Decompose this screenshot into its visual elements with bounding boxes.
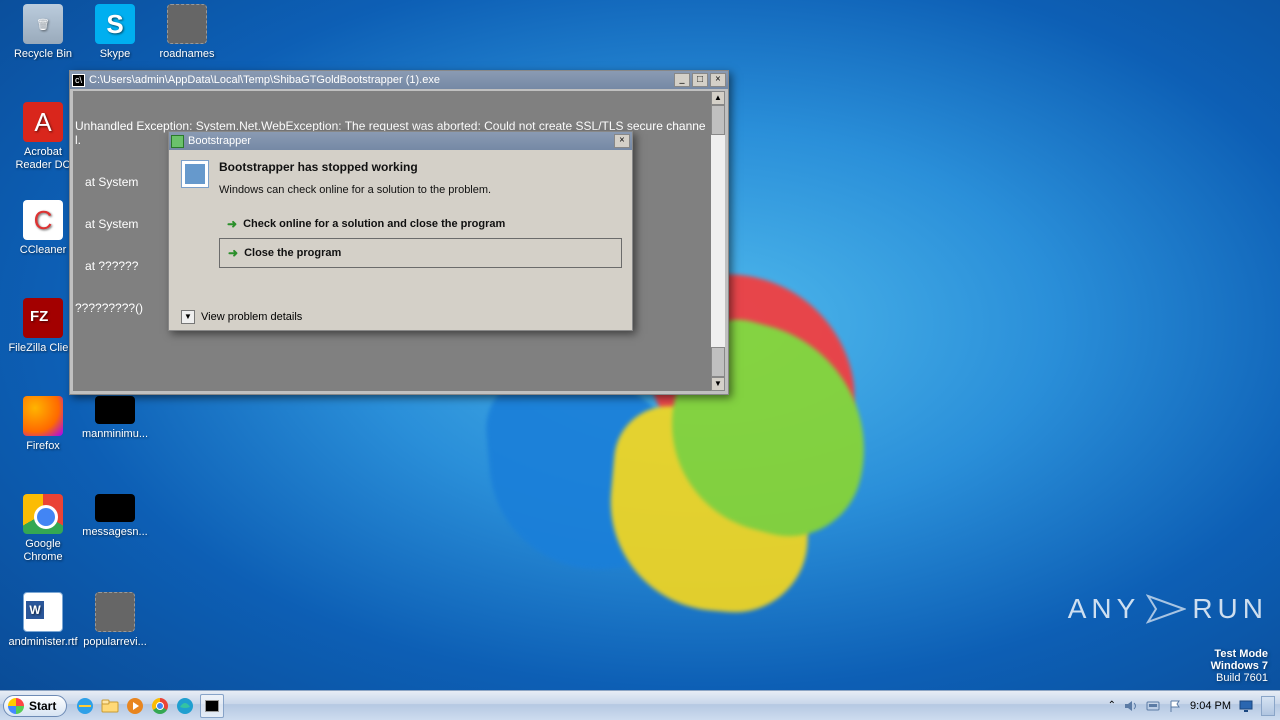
filezilla-icon (23, 298, 63, 338)
option-label: Check online for a solution and close th… (243, 218, 505, 230)
tray-chevron-icon[interactable]: ⌃ (1108, 700, 1116, 711)
close-button[interactable]: × (710, 73, 726, 87)
taskbar-clock[interactable]: 9:04 PM (1190, 700, 1231, 712)
scroll-down-button[interactable]: ▼ (711, 377, 725, 391)
console-icon: c\ (72, 74, 85, 87)
icon-roadnames[interactable]: roadnames (150, 4, 224, 61)
minimize-button[interactable]: _ (674, 73, 690, 87)
error-dialog[interactable]: Bootstrapper × Bootstrapper has stopped … (168, 131, 633, 331)
ccleaner-icon: C (23, 200, 63, 240)
icon-popularrevi[interactable]: popularrevi... (78, 592, 152, 649)
taskbar-running-console[interactable] (200, 694, 224, 718)
dialog-body-text: Windows can check online for a solution … (219, 184, 622, 196)
view-problem-details[interactable]: ▼ View problem details (181, 310, 302, 324)
windows-orb-icon (8, 698, 24, 714)
details-label: View problem details (201, 311, 302, 323)
scroll-thumb[interactable] (711, 105, 725, 135)
icon-skype[interactable]: S Skype (78, 4, 152, 61)
taskbar-ie[interactable] (75, 696, 95, 716)
console-title: C:\Users\admin\AppData\Local\Temp\ShibaG… (89, 74, 674, 86)
icon-andminister[interactable]: andminister.rtf (6, 592, 80, 649)
chrome-icon (152, 698, 168, 714)
icon-label: Firefox (6, 440, 80, 453)
start-button[interactable]: Start (3, 695, 67, 717)
icon-label: Skype (78, 48, 152, 61)
icon-firefox[interactable]: Firefox (6, 396, 80, 453)
arrow-icon: ➜ (228, 246, 238, 260)
volume-icon[interactable] (1124, 699, 1138, 713)
blank-file-icon (167, 4, 207, 44)
maximize-button[interactable]: □ (692, 73, 708, 87)
icon-label: popularrevi... (78, 636, 152, 649)
taskbar: Start ⌃ 9:04 PM (0, 690, 1280, 720)
scroll-thumb[interactable] (711, 347, 725, 377)
arrow-icon: ➜ (227, 217, 237, 231)
network-icon[interactable] (1146, 699, 1160, 713)
console-scrollbar[interactable]: ▲ ▼ (711, 91, 725, 391)
icon-label: roadnames (150, 48, 224, 61)
acrobat-icon: A (23, 102, 63, 142)
icon-label: andminister.rtf (6, 636, 80, 649)
taskbar-edge[interactable] (175, 696, 195, 716)
system-tray: ⌃ 9:04 PM (1108, 696, 1280, 716)
dialog-titlebar[interactable]: Bootstrapper × (169, 132, 632, 150)
console-icon (205, 700, 219, 712)
dialog-heading: Bootstrapper has stopped working (219, 160, 622, 174)
icon-chrome[interactable]: Google Chrome (6, 494, 80, 564)
stopped-working-icon (181, 160, 209, 188)
dialog-app-icon (171, 135, 184, 148)
black-thumbnail-icon (95, 396, 135, 424)
show-desktop-button[interactable] (1261, 696, 1275, 716)
black-thumbnail-icon (95, 494, 135, 522)
skype-icon: S (95, 4, 135, 44)
icon-label: manminimu... (78, 428, 152, 441)
firefox-icon (23, 396, 63, 436)
option-label: Close the program (244, 247, 341, 259)
option-close-program[interactable]: ➜ Close the program (219, 238, 622, 268)
chrome-icon (23, 494, 63, 534)
console-titlebar[interactable]: c\ C:\Users\admin\AppData\Local\Temp\Shi… (70, 71, 728, 89)
option-check-online[interactable]: ➜ Check online for a solution and close … (219, 210, 622, 238)
recycle-bin-icon: 🗑 (23, 4, 63, 44)
icon-messagesn[interactable]: messagesn... (78, 494, 152, 539)
scroll-track[interactable] (711, 105, 725, 377)
icon-recycle-bin[interactable]: 🗑 Recycle Bin (6, 4, 80, 61)
blank-file-icon (95, 592, 135, 632)
icon-manminimu[interactable]: manminimu... (78, 396, 152, 441)
taskbar-explorer[interactable] (100, 696, 120, 716)
dialog-title: Bootstrapper (188, 135, 614, 147)
taskbar-mediaplayer[interactable] (125, 696, 145, 716)
icon-label: Recycle Bin (6, 48, 80, 61)
monitor-icon[interactable] (1239, 699, 1253, 713)
taskbar-chrome[interactable] (150, 696, 170, 716)
flag-icon[interactable] (1168, 699, 1182, 713)
scroll-up-button[interactable]: ▲ (711, 91, 725, 105)
icon-label: Google Chrome (6, 538, 80, 564)
taskbar-pinned (75, 694, 224, 718)
chevron-down-icon: ▼ (181, 310, 195, 324)
start-label: Start (29, 699, 56, 713)
dialog-close-button[interactable]: × (614, 134, 630, 148)
icon-label: messagesn... (78, 526, 152, 539)
word-doc-icon (23, 592, 63, 632)
